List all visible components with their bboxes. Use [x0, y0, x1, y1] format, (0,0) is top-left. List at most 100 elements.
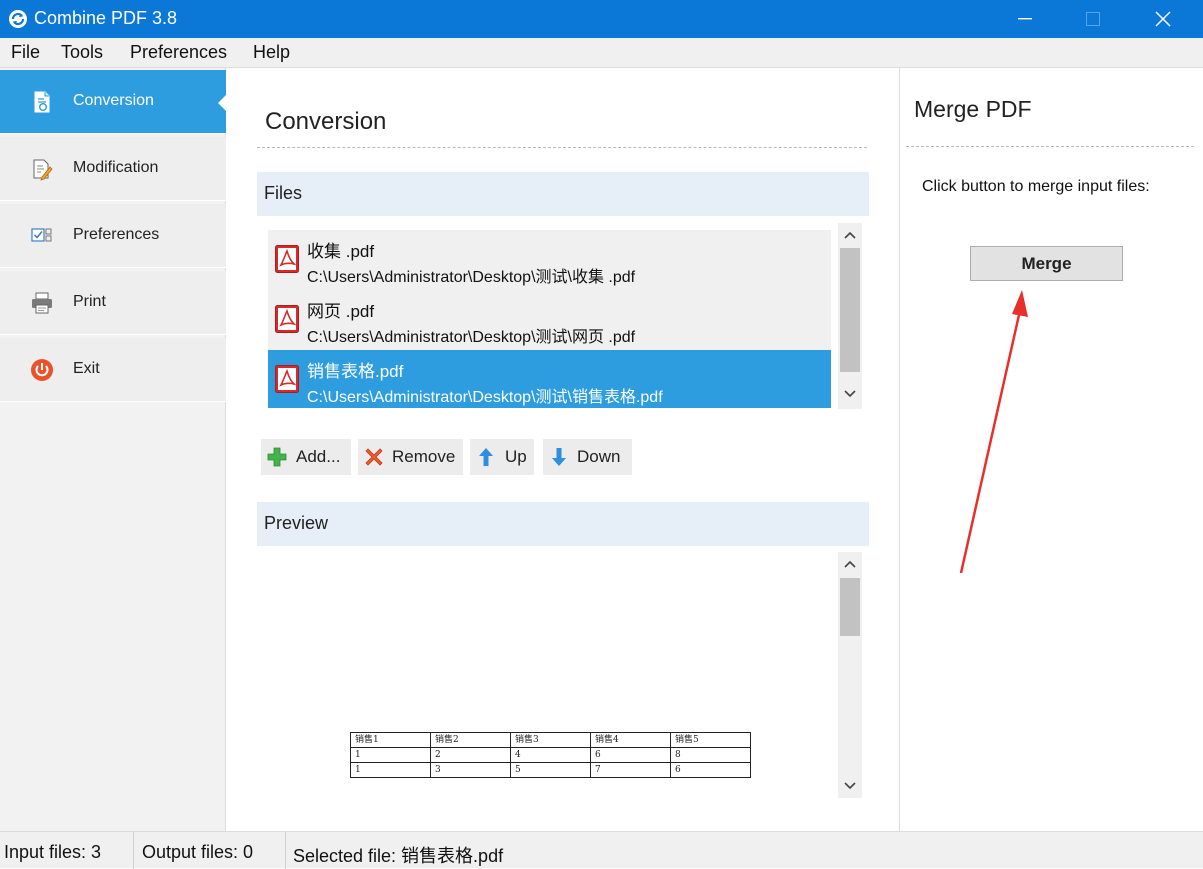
preview-table-row: 1 3 5 7 6 — [350, 762, 751, 778]
nav-label-exit: Exit — [73, 360, 100, 377]
active-pointer — [218, 95, 226, 111]
menu-preferences[interactable]: Preferences — [130, 42, 227, 63]
file-list[interactable]: 收集 .pdf C:\Users\Administrator\Desktop\测… — [268, 230, 831, 408]
preview-cell: 3 — [430, 762, 511, 778]
menu-file[interactable]: File — [11, 42, 40, 63]
printer-icon — [32, 292, 52, 314]
preview-table-row: 销售1 销售2 销售3 销售4 销售5 — [350, 732, 751, 748]
nav-item-exit[interactable]: Exit — [0, 338, 226, 402]
file-path: C:\Users\Administrator\Desktop\测试\销售表格.p… — [307, 389, 663, 406]
down-button[interactable]: Down — [543, 439, 632, 475]
down-button-label: Down — [577, 447, 621, 466]
files-scrollbar[interactable] — [838, 223, 862, 409]
nav-item-preferences[interactable]: Preferences — [0, 204, 226, 268]
annotation-arrow — [959, 290, 1028, 574]
file-name: 销售表格.pdf — [307, 362, 404, 381]
sidebar-nav: Conversion Modification Preferences Prin… — [0, 68, 226, 831]
title-divider — [257, 147, 867, 148]
scroll-down-icon[interactable] — [838, 381, 862, 405]
status-output-files: Output files: 0 — [134, 832, 286, 869]
preview-cell: 2 — [430, 747, 511, 763]
preview-scrollbar[interactable] — [838, 552, 862, 798]
window-title: Combine PDF 3.8 — [34, 8, 178, 28]
preview-cell: 1 — [350, 762, 431, 778]
minimize-icon — [1018, 18, 1032, 20]
app-logo-icon — [9, 10, 27, 28]
file-path: C:\Users\Administrator\Desktop\测试\网页 .pd… — [307, 329, 636, 346]
minimize-button[interactable] — [991, 0, 1059, 38]
maximize-button[interactable] — [1059, 0, 1127, 38]
preview-cell: 销售4 — [590, 732, 671, 748]
scroll-thumb[interactable] — [840, 248, 860, 372]
nav-item-conversion[interactable]: Conversion — [0, 70, 226, 134]
preview-table-row: 1 2 4 6 8 — [350, 747, 751, 763]
pdf-file-icon — [275, 365, 299, 393]
preview-cell: 6 — [670, 762, 751, 778]
preview-cell: 销售5 — [670, 732, 751, 748]
preview-cell: 销售3 — [510, 732, 591, 748]
pdf-file-icon — [275, 305, 299, 333]
file-row[interactable]: 网页 .pdf C:\Users\Administrator\Desktop\测… — [268, 290, 831, 348]
edit-document-icon — [33, 159, 53, 181]
file-path: C:\Users\Administrator\Desktop\测试\收集 .pd… — [307, 269, 636, 286]
remove-x-icon — [365, 448, 383, 466]
scroll-down-icon[interactable] — [838, 773, 862, 797]
status-bar: Input files: 3 Output files: 0 Selected … — [0, 831, 1203, 869]
file-row-selected[interactable]: 销售表格.pdf C:\Users\Administrator\Desktop\… — [268, 350, 831, 408]
nav-label-preferences: Preferences — [73, 226, 160, 243]
preview-header: Preview — [257, 502, 869, 546]
arrow-down-icon — [552, 448, 566, 466]
file-row[interactable]: 收集 .pdf C:\Users\Administrator\Desktop\测… — [268, 230, 831, 288]
file-name: 收集 .pdf — [307, 242, 375, 261]
remove-button-label: Remove — [392, 447, 456, 466]
nav-item-print[interactable]: Print — [0, 271, 226, 335]
power-icon — [31, 359, 53, 381]
menu-help[interactable]: Help — [253, 42, 290, 63]
close-button[interactable] — [1129, 0, 1197, 38]
up-button[interactable]: Up — [470, 439, 534, 475]
preview-table: 销售1 销售2 销售3 销售4 销售5 1 2 4 6 8 1 3 5 7 6 — [350, 732, 751, 778]
preview-cell: 6 — [590, 747, 671, 763]
remove-button[interactable]: Remove — [358, 439, 463, 475]
add-button-label: Add... — [296, 447, 341, 466]
pdf-file-icon — [275, 245, 299, 273]
file-name: 网页 .pdf — [307, 302, 375, 321]
scroll-thumb[interactable] — [840, 578, 860, 636]
preferences-checklist-icon — [31, 228, 52, 242]
title-bar[interactable]: Combine PDF 3.8 — [0, 0, 1203, 38]
nav-label-modification: Modification — [73, 159, 159, 176]
files-header: Files — [257, 172, 869, 216]
nav-label-conversion: Conversion — [73, 92, 154, 109]
scroll-up-icon[interactable] — [838, 552, 862, 576]
conversion-panel: Conversion Files 收集 .pdf C:\Users\Admini… — [227, 68, 899, 831]
preview-area: 销售1 销售2 销售3 销售4 销售5 1 2 4 6 8 1 3 5 7 6 — [257, 547, 837, 799]
page-title: Conversion — [265, 108, 387, 135]
nav-label-print: Print — [73, 293, 106, 310]
files-header-label: Files — [264, 183, 303, 203]
add-button[interactable]: Add... — [261, 439, 351, 475]
preview-cell: 销售2 — [430, 732, 511, 748]
nav-item-modification[interactable]: Modification — [0, 137, 226, 201]
window-edge — [1196, 68, 1203, 831]
preview-cell: 4 — [510, 747, 591, 763]
status-input-text: Input files: 3 — [4, 842, 102, 862]
plus-icon — [267, 447, 287, 467]
merge-panel: Merge PDF Click button to merge input fi… — [899, 68, 1203, 831]
status-input-files: Input files: 3 — [0, 832, 134, 869]
convert-document-icon — [34, 91, 50, 113]
menu-tools[interactable]: Tools — [61, 42, 103, 63]
status-selected-file: Selected file: 销售表格.pdf — [286, 832, 1203, 869]
scroll-up-icon[interactable] — [838, 223, 862, 247]
close-icon — [1155, 11, 1171, 27]
preview-header-label: Preview — [264, 513, 329, 533]
status-selected-text: Selected file: 销售表格.pdf — [293, 846, 504, 866]
maximize-icon — [1086, 12, 1100, 26]
preview-cell: 销售1 — [350, 732, 431, 748]
preview-cell: 1 — [350, 747, 431, 763]
preview-cell: 5 — [510, 762, 591, 778]
app-window: Combine PDF 3.8 File Tools Preferences H… — [0, 0, 1203, 869]
preview-cell: 8 — [670, 747, 751, 763]
up-button-label: Up — [505, 447, 527, 466]
menu-bar: File Tools Preferences Help — [0, 38, 1203, 68]
arrow-up-icon — [479, 448, 493, 466]
